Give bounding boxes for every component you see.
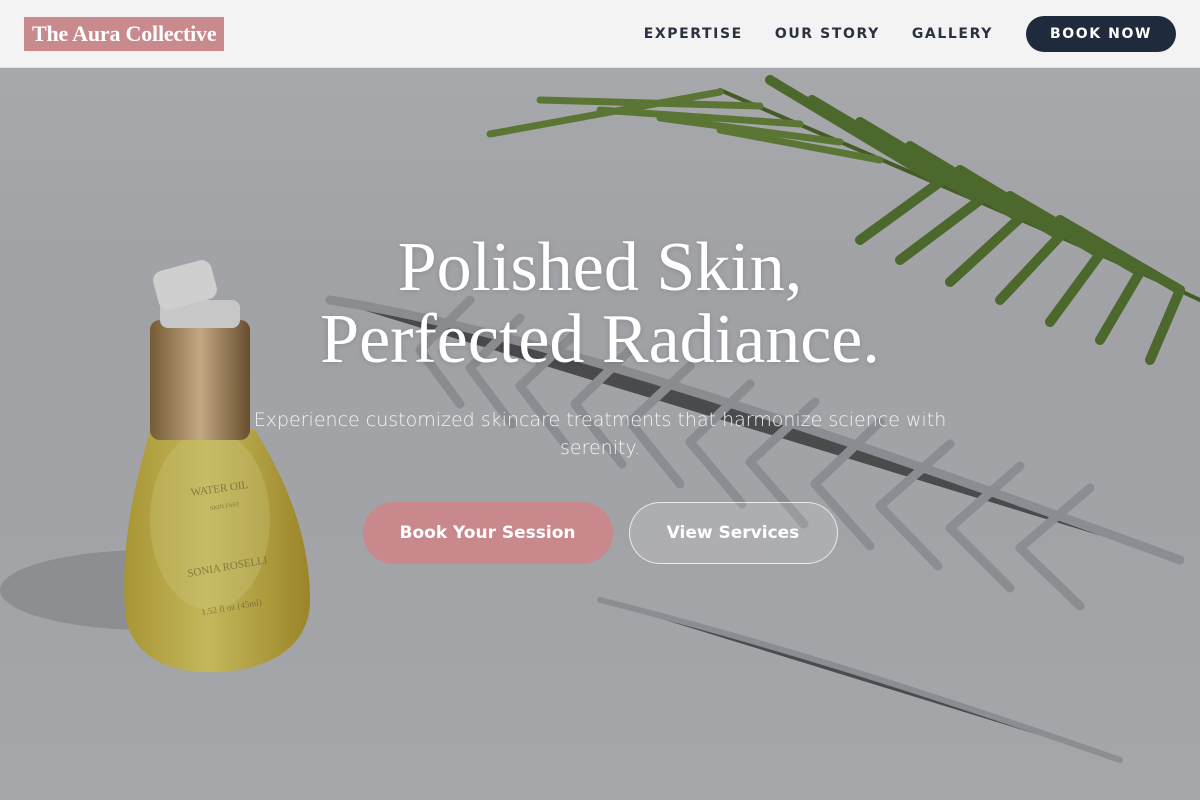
view-services-button[interactable]: View Services (628, 502, 838, 564)
hero-subtext: Experience customized skincare treatment… (253, 409, 947, 459)
book-session-button[interactable]: Book Your Session (362, 502, 613, 564)
brand-logo[interactable]: The Aura Collective (24, 16, 225, 51)
headline-line-1: Polished Skin, (397, 229, 803, 306)
headline-line-2: Perfected Radiance. (320, 301, 880, 378)
nav-expertise[interactable]: EXPERTISE (644, 26, 743, 42)
hero-headline: Polished Skin, Perfected Radiance. (0, 232, 1200, 376)
nav-our-story[interactable]: OUR STORY (775, 26, 880, 42)
book-now-button[interactable]: BOOK NOW (1025, 15, 1176, 52)
cta-row: Book Your Session View Services (0, 502, 1200, 564)
site-header: The Aura Collective EXPERTISE OUR STORY … (0, 0, 1200, 68)
hero-content: Polished Skin, Perfected Radiance. Exper… (0, 232, 1200, 564)
nav-gallery[interactable]: GALLERY (912, 26, 993, 42)
main-nav: EXPERTISE OUR STORY GALLERY BOOK NOW (612, 15, 1176, 52)
